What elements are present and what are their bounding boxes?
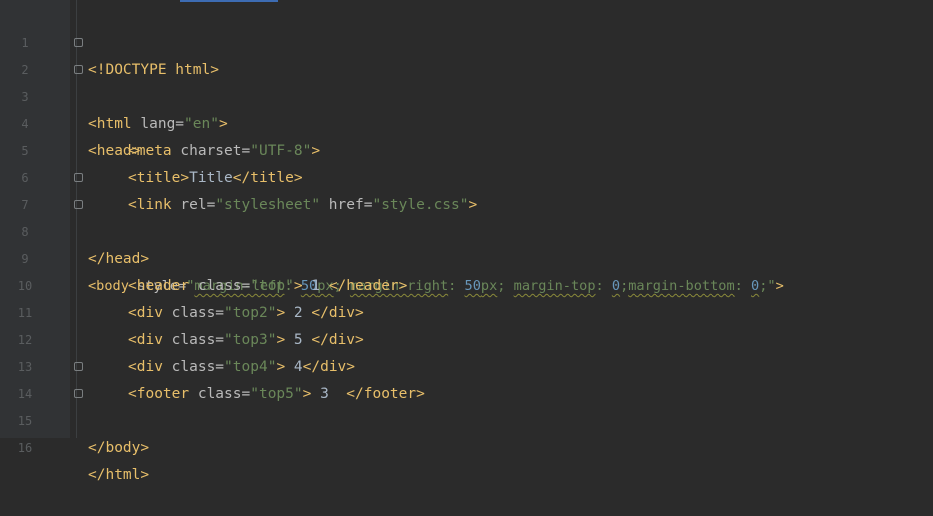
scroll-highlight — [180, 0, 278, 2]
code-editor[interactable]: 1 <!DOCTYPE html> 2 <html lang="en"> 3 <… — [0, 0, 933, 483]
code-line[interactable]: 5 <title>Title</title> — [0, 111, 933, 186]
code-text[interactable]: </html> — [88, 462, 149, 489]
line-number: 16 — [17, 441, 33, 455]
fold-icon[interactable] — [74, 65, 83, 74]
code-line[interactable]: 14 </body> — [0, 354, 933, 456]
code-line[interactable]: 2 <html lang="en"> — [0, 30, 933, 132]
code-line[interactable]: 6 <link rel="stylesheet" href="style.css… — [0, 138, 933, 213]
html-close-tag: </html> — [88, 467, 150, 483]
code-line[interactable]: 15 </html> — [0, 381, 933, 483]
code-line[interactable]: 9 <header class="top"> 1 </header> — [0, 219, 933, 294]
code-line[interactable]: 4 <meta charset="UTF-8"> — [0, 84, 933, 159]
fold-icon[interactable] — [74, 389, 83, 398]
code-line[interactable]: 11 <div class="top3"> 5 </div> — [0, 273, 933, 348]
code-line[interactable]: 13 <footer class="top5"> 3 </footer> — [0, 327, 933, 402]
code-line[interactable]: 1 <!DOCTYPE html> — [0, 3, 933, 78]
fold-icon[interactable] — [74, 173, 83, 182]
code-line[interactable]: 7 </head> — [0, 165, 933, 267]
code-line[interactable]: 12 <div class="top4"> 4</div> — [0, 300, 933, 375]
code-line[interactable]: 16 — [0, 408, 933, 455]
fold-icon[interactable] — [74, 362, 83, 371]
body-close-tag: </body> — [88, 440, 150, 456]
code-text[interactable]: </body> — [88, 435, 149, 462]
code-line[interactable]: 3 <head> — [0, 57, 933, 159]
code-line[interactable]: 10 <div class="top2"> 2 </div> — [0, 246, 933, 321]
code-line[interactable]: 8 <body style="margin-left: 50px; margin… — [0, 192, 933, 294]
fold-icon[interactable] — [74, 200, 83, 209]
fold-icon[interactable] — [74, 38, 83, 47]
